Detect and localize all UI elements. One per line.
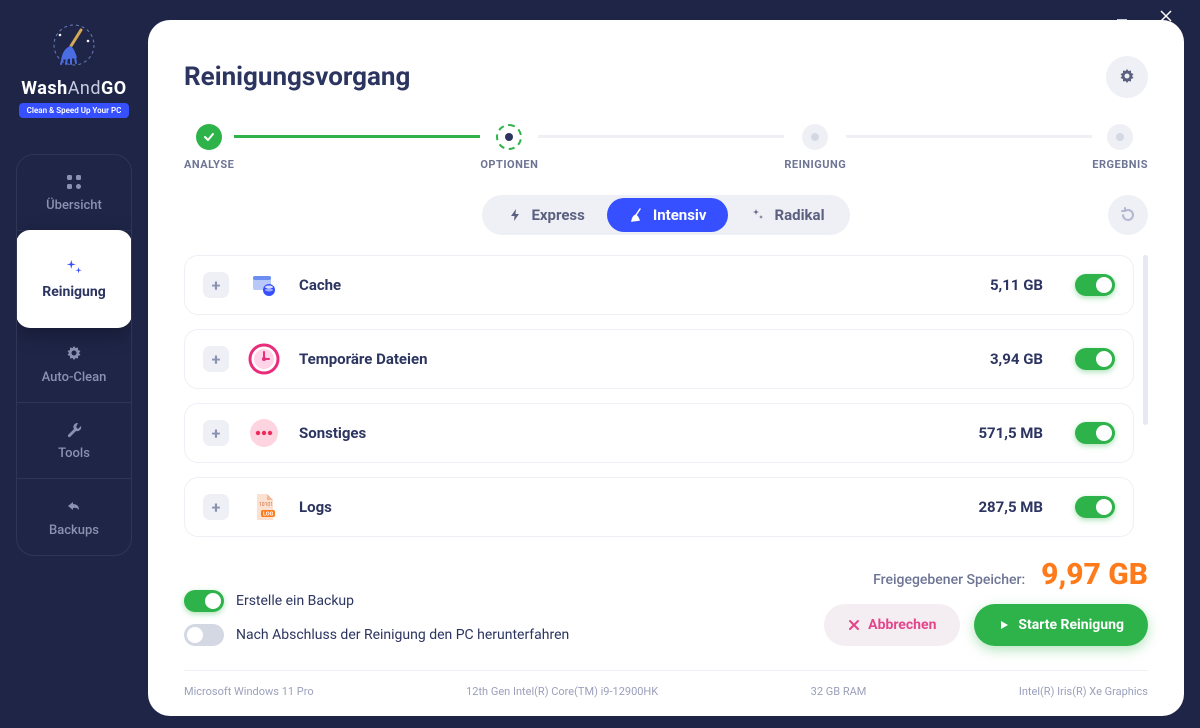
grid-icon — [64, 172, 84, 192]
mode-tabs: Express Intensiv Radikal — [482, 195, 849, 235]
scrollbar[interactable] — [1143, 255, 1148, 425]
freed-label: Freigegebener Speicher: — [873, 572, 1025, 588]
cache-icon — [247, 268, 281, 302]
svg-text:10101: 10101 — [259, 502, 273, 508]
category-row: + Cache 5,11 GB — [184, 255, 1134, 315]
cancel-button[interactable]: Abbrechen — [824, 604, 960, 646]
settings-button[interactable] — [1106, 56, 1148, 98]
main-panel: Reinigungsvorgang ANALYSE OPTIONEN REINI… — [148, 20, 1184, 716]
backup-label: Erstelle ein Backup — [236, 593, 354, 609]
gear-icon — [64, 344, 84, 364]
start-button[interactable]: Starte Reinigung — [974, 604, 1148, 646]
category-size: 287,5 MB — [978, 498, 1043, 516]
expand-button[interactable]: + — [203, 420, 229, 446]
step-result: ERGEBNIS — [1092, 124, 1148, 171]
category-size: 571,5 MB — [978, 424, 1043, 442]
progress-stepper: ANALYSE OPTIONEN REINIGUNG ERGEBNIS — [184, 124, 1148, 171]
sidebar: WashAndGO Clean & Speed Up Your PC Übers… — [0, 0, 148, 728]
check-icon — [203, 131, 215, 143]
toggle-backup[interactable] — [184, 590, 224, 612]
step-options: OPTIONEN — [480, 124, 538, 171]
temp-icon — [247, 342, 281, 376]
svg-text:LOG: LOG — [263, 512, 274, 518]
other-icon — [247, 416, 281, 450]
undo-icon — [1119, 206, 1137, 224]
gear-icon — [1118, 68, 1136, 86]
close-button[interactable] — [1156, 6, 1176, 26]
category-list: + Cache 5,11 GB + Temporäre Dateien 3,94 GB + S… — [184, 255, 1148, 539]
freed-value: 9,97 GB — [1041, 557, 1148, 592]
broom-icon — [49, 20, 99, 70]
nav-item-cleaning[interactable]: Reinigung — [16, 230, 132, 328]
brand-tagline: Clean & Speed Up Your PC — [19, 103, 130, 118]
brand-name: WashAndGO — [21, 78, 126, 99]
sysinfo-ram: 32 GB RAM — [811, 685, 867, 698]
reset-button[interactable] — [1108, 195, 1148, 235]
nav-item-autoclean[interactable]: Auto-Clean — [17, 327, 131, 403]
shutdown-label: Nach Abschluss der Reinigung den PC heru… — [236, 627, 569, 643]
category-row: + Sonstiges 571,5 MB — [184, 403, 1134, 463]
logs-icon: 10101 LOG — [247, 490, 281, 524]
nav-item-tools[interactable]: Tools — [17, 403, 131, 479]
category-name: Sonstiges — [299, 424, 960, 442]
expand-button[interactable]: + — [203, 272, 229, 298]
step-analyse: ANALYSE — [184, 124, 234, 171]
undo-icon — [64, 497, 84, 517]
nav-item-backups[interactable]: Backups — [17, 479, 131, 555]
play-icon — [998, 619, 1010, 631]
category-toggle[interactable] — [1075, 496, 1115, 518]
mode-tab-express[interactable]: Express — [485, 198, 606, 232]
system-info-bar: Microsoft Windows 11 Pro 12th Gen Intel(… — [184, 670, 1148, 698]
mode-tab-radikal[interactable]: Radikal — [728, 198, 846, 232]
category-name: Temporäre Dateien — [299, 350, 972, 368]
sysinfo-os: Microsoft Windows 11 Pro — [184, 685, 314, 698]
app-logo: WashAndGO Clean & Speed Up Your PC — [19, 20, 130, 118]
page-title: Reinigungsvorgang — [184, 62, 410, 92]
category-toggle[interactable] — [1075, 422, 1115, 444]
category-toggle[interactable] — [1075, 348, 1115, 370]
minimize-button[interactable] — [1112, 6, 1132, 26]
category-toggle[interactable] — [1075, 274, 1115, 296]
category-row: +10101 LOG Logs 287,5 MB — [184, 477, 1134, 537]
sparkle-icon — [64, 258, 84, 278]
category-name: Cache — [299, 276, 972, 294]
category-size: 3,94 GB — [990, 350, 1043, 368]
mode-tab-intensiv[interactable]: Intensiv — [607, 198, 729, 232]
close-icon — [848, 619, 860, 631]
toggle-shutdown[interactable] — [184, 624, 224, 646]
nav: Übersicht Reinigung Auto-Clean Tools Bac… — [16, 154, 132, 556]
step-cleaning: REINIGUNG — [784, 124, 846, 171]
category-size: 5,11 GB — [990, 276, 1043, 294]
category-row: + Temporäre Dateien 3,94 GB — [184, 329, 1134, 389]
bolt-icon — [507, 207, 523, 223]
broom-small-icon — [629, 207, 645, 223]
nav-item-overview[interactable]: Übersicht — [17, 155, 131, 231]
sysinfo-cpu: 12th Gen Intel(R) Core(TM) i9-12900HK — [466, 685, 658, 698]
sysinfo-gpu: Intel(R) Iris(R) Xe Graphics — [1019, 685, 1148, 698]
wrench-icon — [64, 420, 84, 440]
sparkles-icon — [750, 207, 766, 223]
expand-button[interactable]: + — [203, 494, 229, 520]
expand-button[interactable]: + — [203, 346, 229, 372]
category-name: Logs — [299, 498, 960, 516]
